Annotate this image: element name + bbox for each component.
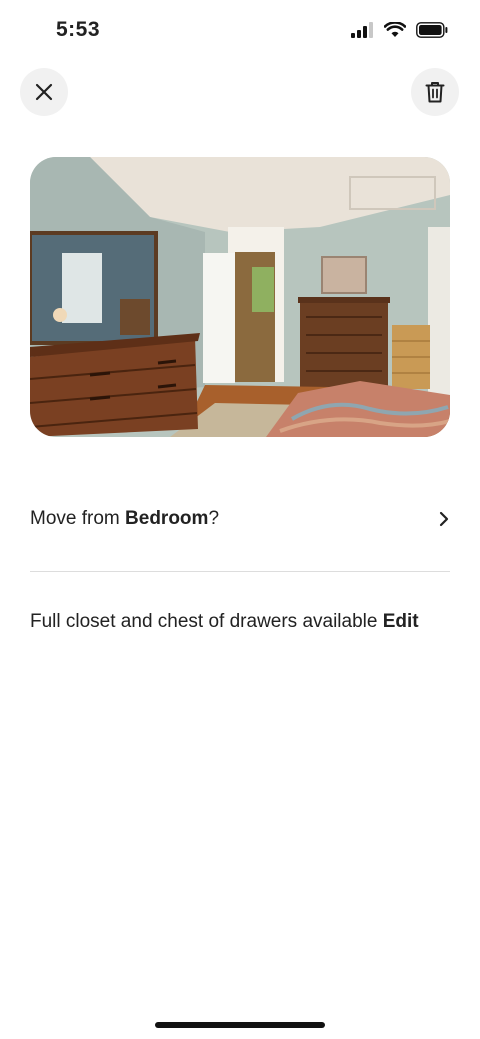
- move-from-label: Move from Bedroom?: [30, 508, 219, 530]
- bedroom-photo: [30, 157, 450, 437]
- delete-button[interactable]: [411, 68, 459, 116]
- status-bar: 5:53: [0, 0, 480, 60]
- divider: [30, 571, 450, 572]
- close-button[interactable]: [20, 68, 68, 116]
- description-text: Full closet and chest of drawers availab…: [30, 611, 383, 632]
- move-prefix: Move from: [30, 508, 126, 529]
- cellular-signal-icon: [351, 22, 373, 38]
- edit-description-link[interactable]: Edit: [383, 611, 419, 632]
- home-indicator[interactable]: [155, 1022, 325, 1028]
- description-row: Full closet and chest of drawers availab…: [30, 611, 460, 633]
- move-suffix: ?: [208, 508, 220, 529]
- room-name: Bedroom: [125, 508, 209, 529]
- status-time: 5:53: [56, 18, 101, 41]
- battery-icon: [416, 22, 448, 38]
- trash-icon: [425, 82, 445, 103]
- wifi-icon: [384, 22, 406, 37]
- room-photo[interactable]: [30, 157, 450, 437]
- move-from-room-row[interactable]: Move from Bedroom?: [30, 495, 450, 543]
- chevron-right-icon: [439, 511, 449, 527]
- status-icons: [350, 22, 448, 38]
- close-icon: [35, 83, 53, 101]
